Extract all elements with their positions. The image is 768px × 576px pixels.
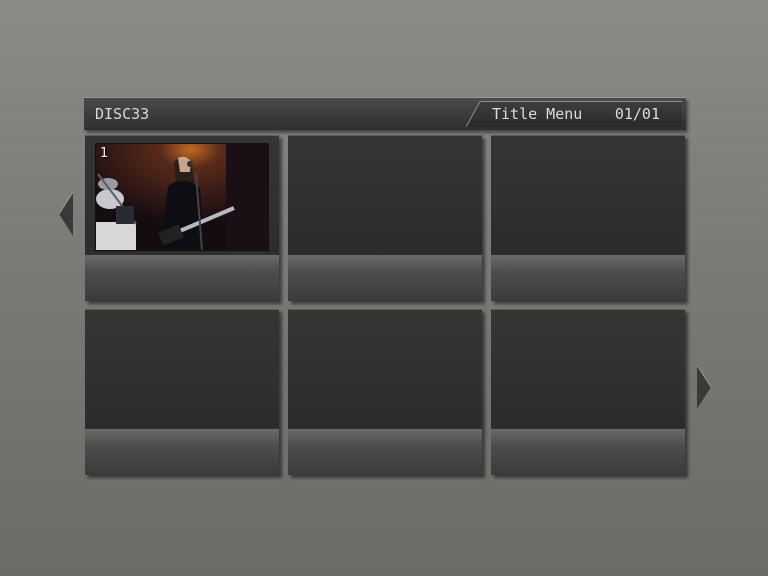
title-tile-6[interactable]	[491, 309, 685, 475]
tile-label-area	[85, 255, 279, 301]
left-triangle-icon[interactable]	[58, 190, 74, 238]
tile-label-area	[288, 429, 482, 475]
tile-thumbnail-area	[288, 309, 482, 427]
header-tab-labels: Title Menu 01/01	[466, 101, 682, 127]
title-tile-2[interactable]	[288, 135, 482, 301]
tile-thumbnail-area	[85, 309, 279, 427]
tile-label-area	[491, 255, 685, 301]
dvd-title-menu-screen: DISC33 Title Menu 01/01 1	[0, 0, 768, 576]
title-number-1: 1	[100, 146, 109, 161]
tile-thumbnail-area	[491, 309, 685, 427]
title-tile-5[interactable]	[288, 309, 482, 475]
title-menu-label: Title Menu	[492, 105, 583, 123]
tile-thumbnail-area: 1	[85, 135, 279, 253]
disc-label: DISC33	[95, 105, 150, 123]
right-triangle-icon[interactable]	[696, 363, 712, 411]
tile-label-area	[85, 429, 279, 475]
concert-thumbnail-image	[96, 144, 268, 250]
page-indicator: 01/01	[614, 105, 660, 123]
header-bar: DISC33 Title Menu 01/01	[84, 97, 686, 130]
tile-thumbnail-area	[288, 135, 482, 253]
tile-label-area	[288, 255, 482, 301]
title-tile-1[interactable]: 1	[85, 135, 279, 301]
title-tile-3[interactable]	[491, 135, 685, 301]
title-thumbnail-1: 1	[95, 143, 269, 251]
tile-thumbnail-area	[491, 135, 685, 253]
tile-label-area	[491, 429, 685, 475]
title-tile-4[interactable]	[85, 309, 279, 475]
